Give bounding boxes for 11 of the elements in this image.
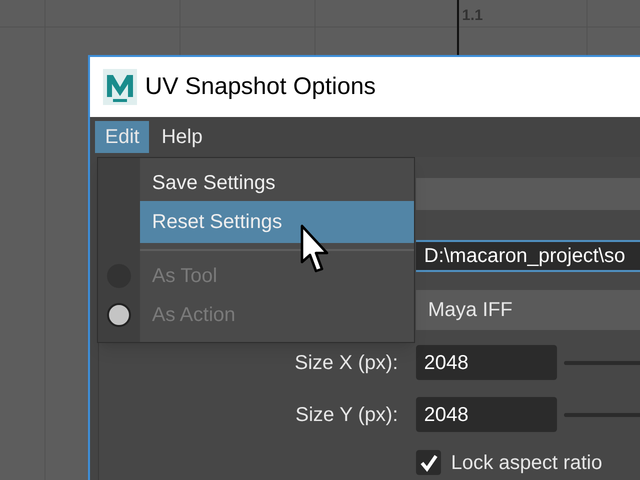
window-title: UV Snapshot Options [145, 72, 376, 102]
menu-bar-item[interactable]: Help [151, 121, 213, 153]
lock-aspect-checkbox[interactable] [416, 450, 441, 475]
field-label: Size X (px): [294, 350, 398, 376]
app-logo-icon [103, 69, 137, 105]
number-field[interactable]: 2048 [416, 345, 557, 380]
format-dropdown[interactable]: Maya IFF [416, 290, 640, 330]
number-field[interactable]: 2048 [416, 397, 557, 432]
field-label: Size Y (px): [294, 402, 398, 428]
file-path-field[interactable]: D:\macaron_project\so [416, 240, 640, 272]
checkbox-label: Lock aspect ratio [451, 450, 602, 476]
